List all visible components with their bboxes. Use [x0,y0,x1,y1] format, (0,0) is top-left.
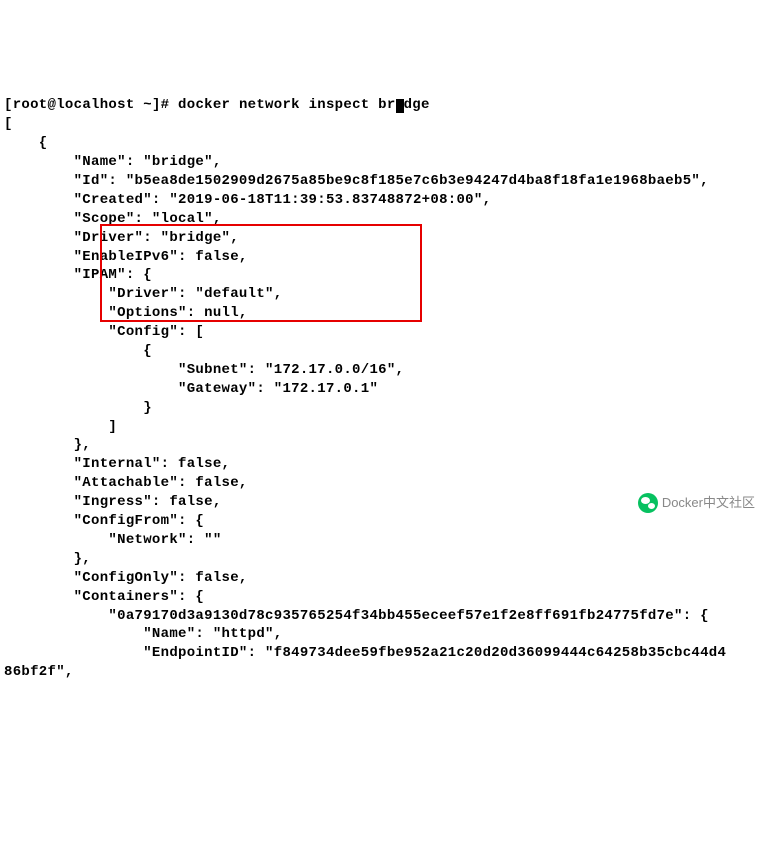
configfrom-network: "Network": "" [4,532,222,548]
endpoint-id: "EndpointID": "f849734dee59fbe952a21c20d… [4,645,726,661]
subnet-value: "Subnet": "172.17.0.0/16", [4,362,404,378]
internal-value: "Internal": false, [4,456,230,472]
network-id: "Id": "b5ea8de1502909d2675a85be9c8f185e7… [4,173,709,189]
network-name: "Name": "bridge", [4,154,222,170]
attachable-value: "Attachable": false, [4,475,248,491]
ingress-value: "Ingress": false, [4,494,222,510]
ipam-driver: "Driver": "default", [4,286,282,302]
user-host: root@localhost [13,97,135,113]
gateway-value: "Gateway": "172.17.0.1" [4,381,378,397]
command-prompt-line: [root@localhost ~]# docker network inspe… [4,97,430,113]
ipam-close: }, [4,437,91,453]
container-id-key: "0a79170d3a9130d78c935765254f34bb455ecee… [4,608,709,624]
json-open-bracket: [ [4,116,13,132]
config-close: ] [4,419,117,435]
configfrom-close: }, [4,551,91,567]
cwd: ~ [143,97,152,113]
watermark-text: Docker中文社区 [662,494,755,512]
containers-open: "Containers": { [4,589,204,605]
network-created: "Created": "2019-06-18T11:39:53.83748872… [4,192,491,208]
configfrom-open: "ConfigFrom": { [4,513,204,529]
network-scope: "Scope": "local", [4,211,222,227]
ipam-options: "Options": null, [4,305,248,321]
config-brace-close: } [4,400,152,416]
command-rest: dge [404,97,430,113]
network-enableipv6: "EnableIPv6": false, [4,249,248,265]
network-driver: "Driver": "bridge", [4,230,239,246]
wechat-icon [638,493,658,513]
json-open-brace: { [4,135,48,151]
configonly-value: "ConfigOnly": false, [4,570,248,586]
command-text: docker network inspect br [178,97,396,113]
watermark: Docker中文社区 [638,493,755,513]
container-name: "Name": "httpd", [4,626,282,642]
config-open: "Config": [ [4,324,204,340]
cursor-icon [396,99,404,113]
config-brace-open: { [4,343,152,359]
terminal-output: [root@localhost ~]# docker network inspe… [4,78,763,683]
partial-tail: 86bf2f", [4,664,74,680]
ipam-open: "IPAM": { [4,267,152,283]
